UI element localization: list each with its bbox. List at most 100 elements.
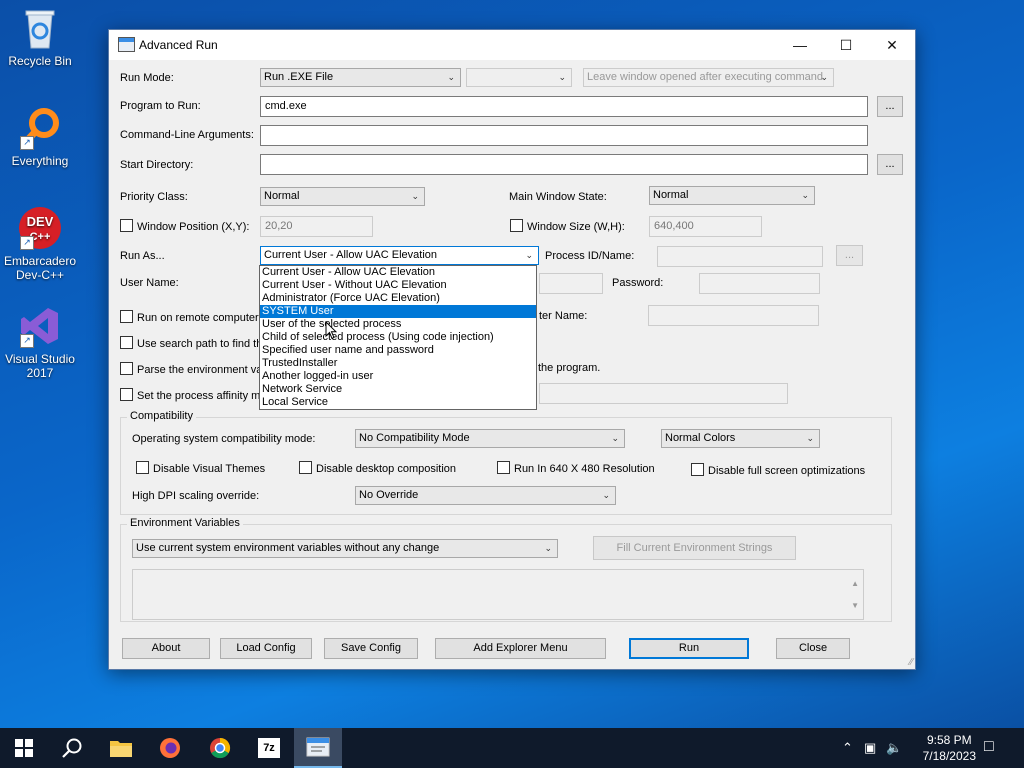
window-size-input[interactable]: 640,400: [649, 216, 762, 237]
password-label: Password:: [612, 277, 664, 289]
7zip-icon: 7z: [258, 738, 280, 758]
run-as-option[interactable]: Administrator (Force UAC Elevation): [260, 292, 536, 305]
maximize-button[interactable]: ☐: [823, 30, 869, 60]
about-button[interactable]: About: [122, 638, 210, 659]
run-button[interactable]: Run: [629, 638, 749, 659]
disable-fullscreen-label: Disable full screen optimizations: [708, 465, 866, 477]
process-id-label: Process ID/Name:: [545, 250, 635, 262]
run-640-checkbox[interactable]: Run In 640 X 480 Resolution: [497, 461, 655, 475]
window-position-checkbox[interactable]: Window Position (X,Y):: [120, 219, 249, 233]
taskbar-file-explorer[interactable]: [97, 728, 145, 768]
add-explorer-menu-button[interactable]: Add Explorer Menu: [435, 638, 606, 659]
os-compat-select[interactable]: No Compatibility Mode ⌄: [355, 429, 625, 448]
colors-value: Normal Colors: [665, 432, 736, 444]
env-mode-select[interactable]: Use current system environment variables…: [132, 539, 558, 558]
window-position-input[interactable]: 20,20: [260, 216, 373, 237]
cmd-args-input[interactable]: [260, 125, 868, 146]
taskbar-firefox[interactable]: [146, 728, 194, 768]
clock[interactable]: 9:58 PM 7/18/2023: [923, 732, 976, 764]
window-position-label: Window Position (X,Y):: [137, 221, 250, 233]
checkbox-box: [299, 461, 312, 474]
save-config-button[interactable]: Save Config: [324, 638, 418, 659]
fill-env-strings-button[interactable]: Fill Current Environment Strings: [593, 536, 796, 560]
chevron-down-icon: ⌄: [806, 433, 814, 443]
run-as-option[interactable]: Current User - Without UAC Elevation: [260, 279, 536, 292]
affinity-input[interactable]: [539, 383, 788, 404]
close-window-button[interactable]: ✕: [869, 30, 915, 60]
chevron-down-icon: ⌄: [447, 72, 455, 82]
priority-select[interactable]: Normal ⌄: [260, 187, 425, 206]
resize-grip-icon[interactable]: ∕∕: [910, 657, 913, 668]
disable-composition-label: Disable desktop composition: [316, 463, 457, 475]
after-exec-select[interactable]: Leave window opened after executing comm…: [583, 68, 834, 87]
notifications-icon[interactable]: □: [984, 738, 994, 756]
run-as-option[interactable]: Network Service: [260, 383, 536, 396]
desktop-icon-label: Embarcadero Dev-C++: [3, 254, 77, 282]
window-size-checkbox[interactable]: Window Size (W,H):: [510, 219, 625, 233]
run-as-option[interactable]: Local Service: [260, 396, 536, 409]
run-mode-select[interactable]: Run .EXE File ⌄: [260, 68, 461, 87]
chevron-down-icon: ⌄: [801, 190, 809, 200]
windows-logo-icon: [15, 739, 33, 757]
chevron-up-icon[interactable]: ⌃: [842, 740, 853, 756]
affinity-checkbox[interactable]: Set the process affinity m: [120, 388, 260, 402]
start-button[interactable]: [0, 728, 48, 768]
desktop-icon-devcpp[interactable]: DEV C++ ↗ Embarcadero Dev-C++: [0, 206, 80, 282]
computer-name-input[interactable]: [648, 305, 819, 326]
checkbox-box: [497, 461, 510, 474]
close-button[interactable]: Close: [776, 638, 850, 659]
run-as-option[interactable]: SYSTEM User: [260, 305, 536, 318]
clock-date: 7/18/2023: [922, 749, 976, 763]
search-path-checkbox[interactable]: Use search path to find th: [120, 336, 262, 350]
program-input[interactable]: cmd.exe: [260, 96, 868, 117]
remote-computer-checkbox[interactable]: Run on remote computer: [120, 310, 259, 324]
disable-composition-checkbox[interactable]: Disable desktop composition: [299, 461, 456, 475]
desktop-icon-everything[interactable]: ↗ Everything: [0, 106, 80, 168]
process-id-input[interactable]: [657, 246, 823, 267]
taskbar-chrome[interactable]: [196, 728, 244, 768]
start-dir-input[interactable]: [260, 154, 868, 175]
parse-env-checkbox[interactable]: Parse the environment va: [120, 362, 262, 376]
disable-themes-checkbox[interactable]: Disable Visual Themes: [136, 461, 265, 475]
title-bar[interactable]: Advanced Run — ☐ ✕: [109, 30, 915, 60]
run-as-label: Run As...: [120, 250, 165, 262]
run-as-value: Current User - Allow UAC Elevation: [264, 249, 438, 261]
run-as-option[interactable]: Another logged-in user: [260, 370, 536, 383]
password-input[interactable]: [699, 273, 820, 294]
run-as-dropdown-list[interactable]: Current User - Allow UAC Elevation Curren…: [259, 265, 537, 410]
dpi-select[interactable]: No Override ⌄: [355, 486, 616, 505]
taskbar-7zip[interactable]: 7z: [245, 728, 293, 768]
network-icon[interactable]: ▣: [864, 740, 876, 756]
scroll-down-icon[interactable]: ▼: [851, 596, 859, 615]
taskbar-advanced-run[interactable]: [294, 728, 342, 768]
volume-muted-icon[interactable]: 🔈: [886, 740, 902, 756]
run-as-option[interactable]: Specified user name and password: [260, 344, 536, 357]
run-mode-label: Run Mode:: [120, 72, 174, 84]
load-config-button[interactable]: Load Config: [220, 638, 312, 659]
run-as-select[interactable]: Current User - Allow UAC Elevation ⌄: [260, 246, 539, 265]
desktop-icon-visual-studio[interactable]: ↗ Visual Studio 2017: [0, 304, 80, 380]
desktop-icon-recycle-bin[interactable]: Recycle Bin: [0, 6, 80, 68]
process-id-browse-button[interactable]: ...: [836, 245, 863, 266]
run-as-option[interactable]: Child of selected process (Using code in…: [260, 331, 536, 344]
search-button[interactable]: [48, 728, 96, 768]
window-title: Advanced Run: [139, 38, 218, 52]
disable-fullscreen-checkbox[interactable]: Disable full screen optimizations: [691, 463, 865, 477]
run-as-option[interactable]: User of the selected process: [260, 318, 536, 331]
minimize-button[interactable]: —: [777, 30, 823, 60]
program-browse-button[interactable]: ...: [877, 96, 903, 117]
colors-select[interactable]: Normal Colors ⌄: [661, 429, 820, 448]
main-window-state-select[interactable]: Normal ⌄: [649, 186, 815, 205]
chevron-down-icon: ⌄: [602, 490, 610, 500]
run-as-option[interactable]: TrustedInstaller: [260, 357, 536, 370]
desktop-icon-label: Visual Studio 2017: [5, 352, 75, 380]
start-dir-browse-button[interactable]: ...: [877, 154, 903, 175]
run-mode-secondary-select[interactable]: ⌄: [466, 68, 572, 87]
os-compat-label: Operating system compatibility mode:: [132, 433, 316, 445]
scroll-up-icon[interactable]: ▲: [851, 574, 859, 593]
env-strings-textarea[interactable]: ▲ ▼: [132, 569, 864, 620]
advanced-run-app-icon: [306, 737, 330, 757]
user-name-input[interactable]: [539, 273, 603, 294]
run-mode-value: Run .EXE File: [264, 71, 334, 83]
run-as-option[interactable]: Current User - Allow UAC Elevation: [260, 266, 536, 279]
